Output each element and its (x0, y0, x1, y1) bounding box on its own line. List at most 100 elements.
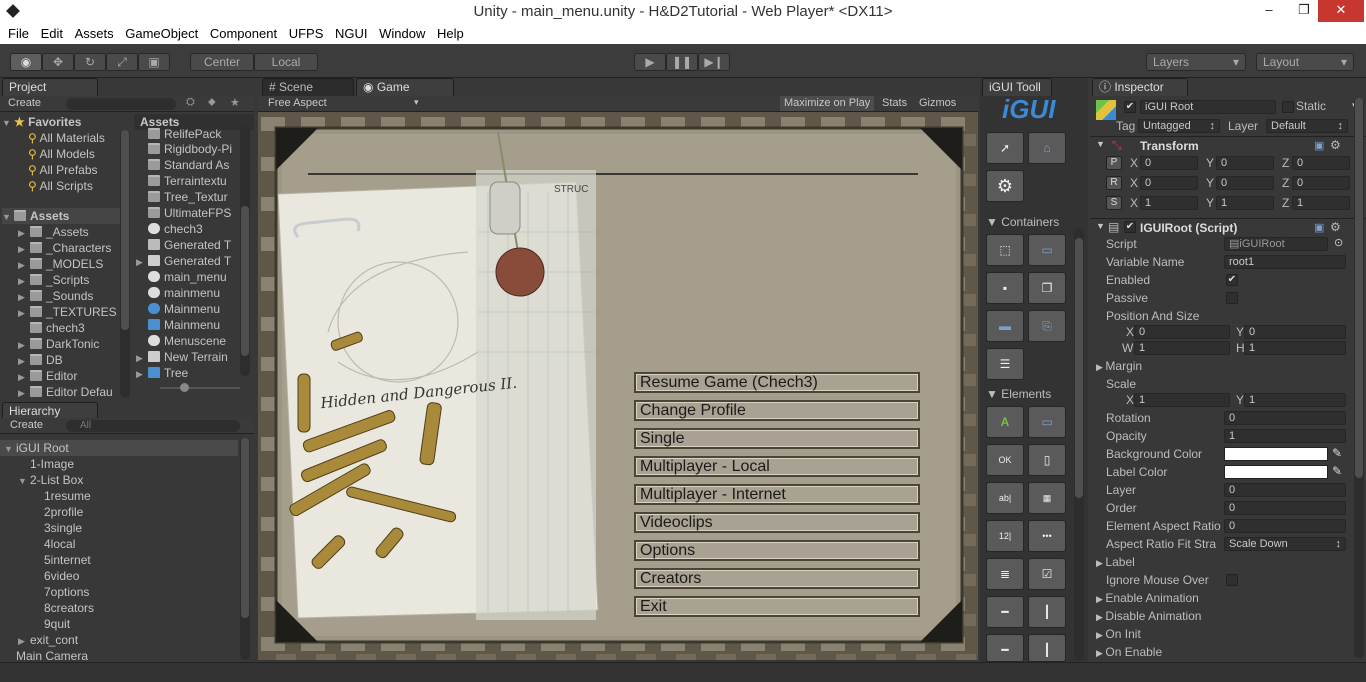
menu-assets[interactable]: Assets (75, 24, 114, 43)
rotate-tool-button[interactable]: ↻ (74, 53, 106, 71)
menu-item-resume[interactable]: Resume Game (Chech3) (634, 372, 920, 393)
help-book-icon[interactable]: ▣ (1314, 221, 1324, 234)
scale-x-field[interactable]: 1 (1134, 393, 1230, 407)
tree-folder[interactable]: ▶ Editor (18, 368, 128, 384)
script-enabled-checkbox[interactable]: ✔ (1124, 221, 1136, 233)
element-checkbox-button[interactable]: ☑ (1028, 558, 1066, 590)
menu-edit[interactable]: Edit (41, 24, 63, 43)
hierarchy-item[interactable]: 2profile (0, 504, 238, 520)
prop-label-foldout[interactable]: ▶ Label (1096, 554, 1135, 571)
hierarchy-create-button[interactable]: Create (10, 419, 43, 431)
minimize-button[interactable]: ‒ (1253, 0, 1285, 22)
play-button[interactable]: ▶ (634, 53, 666, 71)
fold-arrow-icon[interactable]: ▶ (18, 633, 30, 648)
element-hscrollbar-button[interactable]: ━ (986, 634, 1024, 662)
tree-folder[interactable]: ▶ _TEXTURES (18, 304, 128, 320)
prop-enable-animation-foldout[interactable]: ▶ Enable Animation (1096, 590, 1199, 607)
rect-tool-button[interactable]: ▣ (138, 53, 170, 71)
asset-file[interactable]: main_menu (148, 269, 238, 285)
favorite-item[interactable]: ⚲ All Models (28, 146, 128, 162)
tree-folder[interactable]: ▶ DarkTonic (18, 336, 128, 352)
element-vslider-button[interactable]: ┃ (1028, 596, 1066, 628)
element-vscrollbar-button[interactable]: ┃ (1028, 634, 1066, 662)
transform-y-field[interactable]: 1 (1216, 196, 1274, 210)
prop-disable-animation-foldout[interactable]: ▶ Disable Animation (1096, 608, 1201, 625)
settings-gear-button[interactable]: ⚙ (986, 170, 1024, 202)
menu-item-profile[interactable]: Change Profile (634, 400, 920, 421)
tag-dropdown[interactable]: Untagged ↕ (1138, 119, 1220, 133)
hierarchy-item[interactable]: 6video (0, 568, 238, 584)
hierarchy-search-field[interactable]: All (66, 420, 240, 432)
tree-folder[interactable]: ▶ _Characters (18, 240, 128, 256)
step-button[interactable]: ▶❙ (698, 53, 730, 71)
tree-folder[interactable]: ▶ Editor Defau (18, 384, 128, 400)
prop-ignore-mouse-checkbox[interactable] (1226, 574, 1238, 586)
tab-game[interactable]: ◉ Game (356, 78, 454, 96)
hierarchy-item[interactable]: 1resume (0, 488, 238, 504)
script-component-header[interactable]: ▼ ▤ ✔ IGUIRoot (Script) ▣ ⚙ (1090, 218, 1366, 236)
element-password-button[interactable]: ••• (1028, 520, 1066, 552)
static-checkbox[interactable] (1282, 101, 1294, 113)
icon-size-slider[interactable] (160, 383, 240, 392)
fold-arrow-icon[interactable]: ▼ (4, 441, 16, 456)
favorite-item[interactable]: ⚲ All Prefabs (28, 162, 128, 178)
container-group-button[interactable]: ⎘ (1028, 310, 1066, 342)
transform-z-field[interactable]: 1 (1292, 196, 1350, 210)
menu-item-exit[interactable]: Exit (634, 596, 920, 617)
element-textarea-button[interactable]: ▦ (1028, 482, 1066, 514)
background-color-swatch[interactable] (1224, 447, 1328, 461)
hierarchy-item[interactable]: 7options (0, 584, 238, 600)
asset-file[interactable]: Rigidbody-Pi (148, 141, 238, 157)
igui-scrollbar[interactable] (1074, 228, 1084, 660)
hierarchy-item[interactable]: 4local (0, 536, 238, 552)
object-picker-icon[interactable]: ⊙ (1334, 236, 1343, 249)
prop-fit-strategy-dropdown[interactable]: Scale Down ↕ (1224, 537, 1346, 551)
project-create-button[interactable]: Create (8, 97, 41, 109)
menu-item-multiplayer-internet[interactable]: Multiplayer - Internet (634, 484, 920, 505)
close-button[interactable]: ✕ (1318, 0, 1364, 22)
fold-arrow-icon[interactable]: ▼ (18, 473, 30, 488)
menu-item-single[interactable]: Single (634, 428, 920, 449)
layout-dropdown[interactable]: Layout ▾ (1256, 53, 1354, 71)
asset-file[interactable]: Menuscene (148, 333, 238, 349)
pos-y-field[interactable]: 0 (1244, 325, 1346, 339)
transform-x-field[interactable]: 1 (1140, 196, 1198, 210)
scale-tool-button[interactable]: ⤢ (106, 53, 138, 71)
aspect-dropdown[interactable]: Free Aspect (268, 97, 327, 109)
menu-file[interactable]: File (8, 24, 29, 43)
menu-item-multiplayer-local[interactable]: Multiplayer - Local (634, 456, 920, 477)
asset-file[interactable]: chech3 (148, 221, 238, 237)
size-h-field[interactable]: 1 (1244, 341, 1346, 355)
prop-script-field[interactable]: ▤iGUIRoot (1224, 237, 1328, 251)
element-textfield-button[interactable]: ab| (986, 482, 1024, 514)
asset-file[interactable]: UltimateFPS (148, 205, 238, 221)
select-tool-button[interactable]: ➚ (986, 132, 1024, 164)
asset-file[interactable]: RelifePack (148, 126, 238, 142)
prop-aspect-ratio-field[interactable]: 0 (1224, 519, 1346, 533)
prop-on-enable-foldout[interactable]: ▶ On Enable (1096, 644, 1162, 661)
prop-on-init-foldout[interactable]: ▶ On Init (1096, 626, 1141, 643)
eyedropper-icon[interactable]: ✎ (1332, 446, 1342, 460)
inspector-scrollbar[interactable] (1354, 98, 1364, 658)
asset-file[interactable]: mainmenu (148, 285, 238, 301)
eyedropper-icon[interactable]: ✎ (1332, 464, 1342, 478)
tab-inspector[interactable]: ⓘ Inspector (1092, 78, 1188, 96)
asset-file[interactable]: ▶ Tree (136, 365, 238, 381)
tab-scene[interactable]: # Scene (262, 78, 354, 96)
hierarchy-item[interactable]: 1-Image (0, 456, 238, 472)
hierarchy-item[interactable]: ▶ exit_cont (0, 632, 238, 648)
asset-file[interactable]: Standard As (148, 157, 238, 173)
container-dropdown-button[interactable]: ☰ (986, 348, 1024, 380)
prop-rotation-field[interactable]: 0 (1224, 411, 1346, 425)
menu-window[interactable]: Window (379, 24, 425, 43)
element-toggle-button[interactable]: ▯ (1028, 444, 1066, 476)
favorite-star-icon[interactable]: ★ (230, 96, 240, 109)
transform-key-button[interactable]: P (1106, 156, 1122, 170)
favorite-item[interactable]: ⚲ All Materials (28, 130, 128, 146)
project-tree-scrollbar[interactable] (120, 130, 130, 398)
transform-x-field[interactable]: 0 (1140, 176, 1198, 190)
tree-folder[interactable]: ▶ _MODELS (18, 256, 128, 272)
maximize-on-play-toggle[interactable]: Maximize on Play (780, 96, 875, 111)
menu-gameobject[interactable]: GameObject (125, 24, 198, 43)
element-hslider-button[interactable]: ━ (986, 596, 1024, 628)
